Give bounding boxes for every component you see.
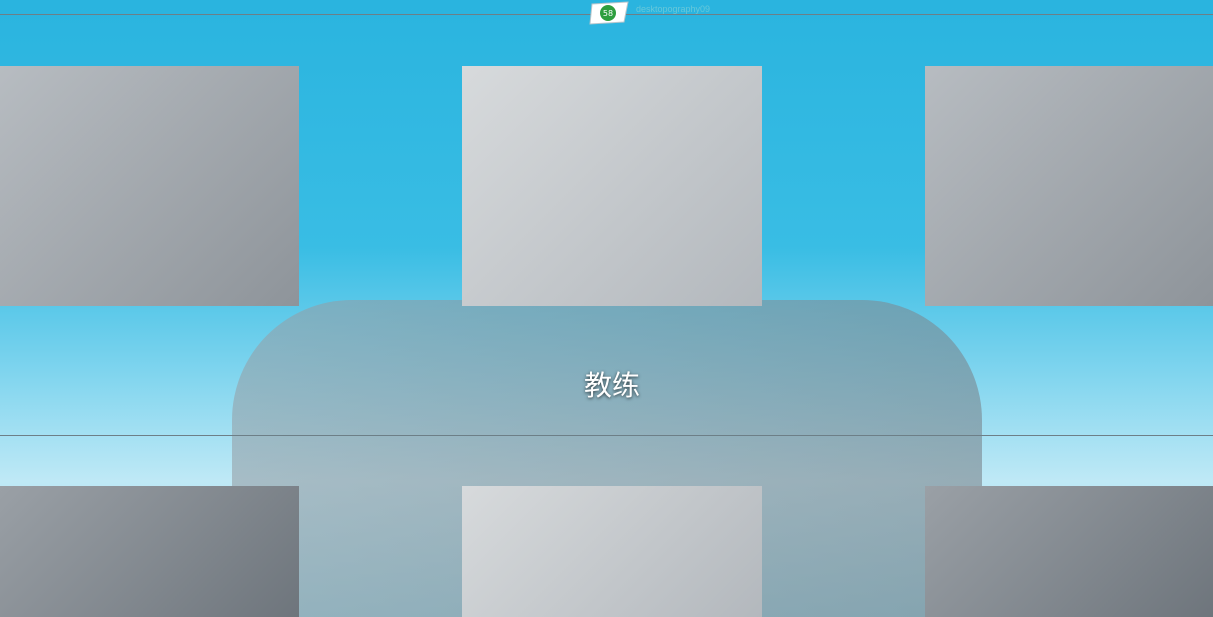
parkour-photo-london-bridge[interactable]	[925, 66, 1213, 306]
parkour-photo-wall-sequence[interactable]	[462, 66, 762, 306]
mid-divider	[0, 435, 1213, 436]
section-caption: 教练	[583, 369, 640, 402]
page: { "header": { "logo_text": "58", "waterm…	[0, 0, 1213, 617]
coach-photo-fitness-woman[interactable]	[925, 486, 1213, 617]
logo-icon: 58	[589, 1, 629, 25]
coach-photo-gym-man[interactable]	[0, 486, 299, 617]
watermark-text: desktopography09	[636, 4, 711, 14]
logo-text: 58	[603, 9, 613, 18]
parkour-photo-group-jump[interactable]	[0, 66, 299, 306]
coach-photo-hooded-man[interactable]	[462, 486, 762, 617]
